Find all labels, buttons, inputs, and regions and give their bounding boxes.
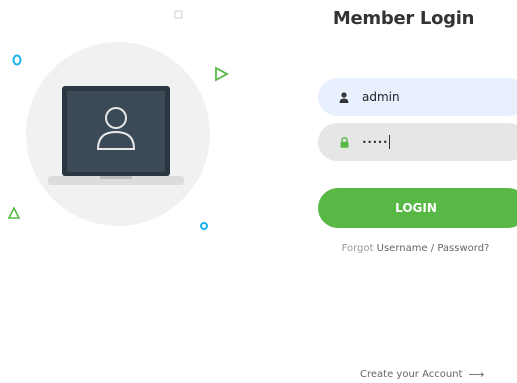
decor-triangle-right [215, 66, 229, 82]
create-account-link[interactable]: Create your Account ⟶ [360, 368, 484, 381]
decor-ring-small [200, 222, 208, 230]
decor-ring-blue [12, 54, 22, 66]
arrow-right-icon: ⟶ [468, 368, 485, 381]
login-illustration [7, 10, 229, 230]
username-value: admin [362, 90, 400, 104]
lock-icon [338, 136, 350, 148]
forgot-link[interactable]: Username / Password? [377, 243, 490, 254]
text-caret [389, 135, 391, 149]
create-account-label: Create your Account [360, 369, 463, 380]
forgot-prefix: Forgot [341, 243, 374, 254]
forgot-credentials: Forgot Username / Password? [318, 243, 513, 254]
password-field[interactable]: ••••• [318, 123, 517, 161]
user-icon [338, 91, 350, 103]
laptop-user-icon [48, 86, 184, 185]
page-title: Member Login [332, 8, 475, 29]
laptop-notch [100, 176, 132, 179]
login-button[interactable]: LOGIN [318, 188, 517, 228]
decor-triangle-up [7, 206, 21, 219]
decor-square [174, 10, 183, 19]
password-value: ••••• [362, 137, 389, 147]
username-field[interactable]: admin [318, 78, 517, 116]
password-value-wrap: ••••• [362, 135, 391, 149]
